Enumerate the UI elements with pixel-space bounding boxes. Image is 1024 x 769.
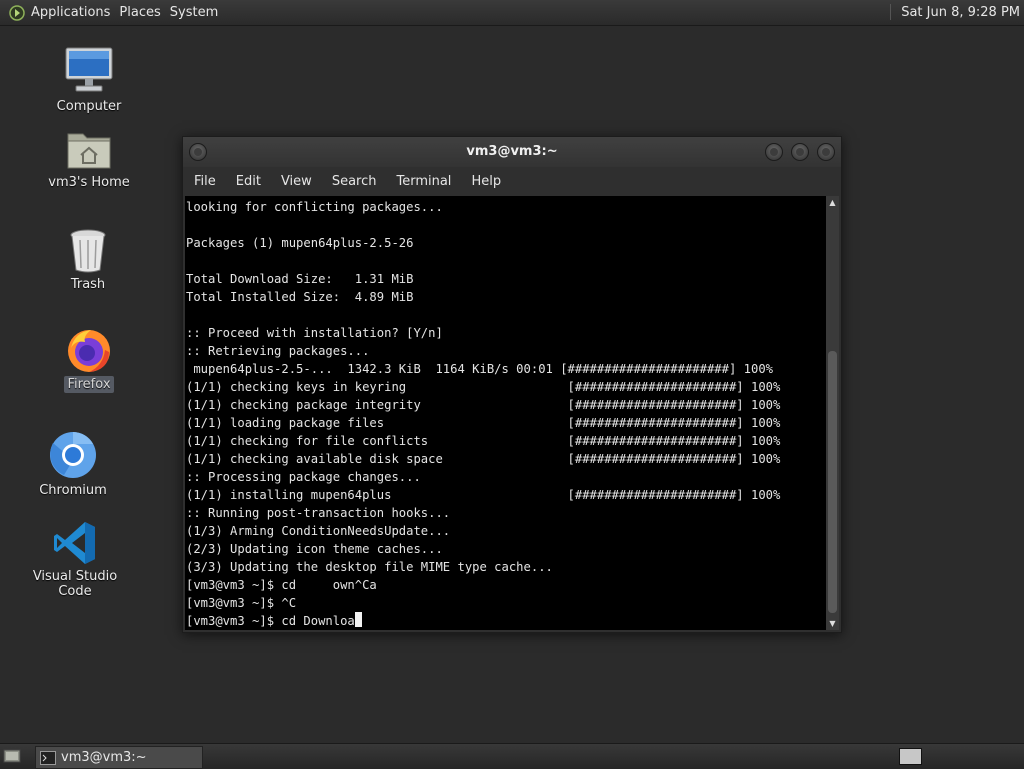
- desktop-icon-computer[interactable]: Computer: [48, 44, 130, 115]
- distro-logo-icon[interactable]: [9, 4, 25, 21]
- scroll-up-arrow-icon[interactable]: ▲: [826, 196, 839, 209]
- desktop-icon-label: Trash: [70, 277, 106, 292]
- window-title: vm3@vm3:~: [466, 144, 558, 159]
- places-menu[interactable]: Places: [119, 5, 169, 20]
- desktop-icon-chromium[interactable]: Chromium: [32, 430, 114, 499]
- terminal-line: (1/1) checking available disk space [###…: [186, 452, 781, 466]
- menu-terminal[interactable]: Terminal: [386, 174, 461, 189]
- maximize-button[interactable]: [791, 143, 809, 161]
- scroll-down-arrow-icon[interactable]: ▼: [826, 617, 839, 630]
- terminal-line: Total Installed Size: 4.89 MiB: [186, 290, 414, 304]
- home-folder-icon: [67, 133, 111, 169]
- vscode-icon: [54, 522, 95, 564]
- terminal-icon: [40, 750, 56, 765]
- menu-search[interactable]: Search: [322, 174, 387, 189]
- terminal-line: Packages (1) mupen64plus-2.5-26: [186, 236, 414, 250]
- scrollbar-thumb[interactable]: [828, 351, 837, 613]
- taskbar-item-label: vm3@vm3:~: [61, 750, 147, 765]
- terminal-line: :: Proceed with installation? [Y/n]: [186, 326, 443, 340]
- menu-file[interactable]: File: [183, 174, 226, 189]
- terminal-line: mupen64plus-2.5-... 1342.3 KiB 1164 KiB/…: [193, 362, 773, 376]
- terminal-menubar: File Edit View Search Terminal Help: [183, 168, 841, 194]
- window-titlebar[interactable]: vm3@vm3:~: [183, 137, 841, 167]
- computer-icon: [65, 47, 113, 92]
- desktop-icon-trash[interactable]: Trash: [58, 228, 118, 293]
- terminal-text: looking for conflicting packages... Pack…: [185, 196, 826, 630]
- terminal-line: (1/1) installing mupen64plus [##########…: [186, 488, 781, 502]
- terminal-line: :: Running post-transaction hooks...: [186, 506, 451, 520]
- terminal-line: looking for conflicting packages...: [186, 200, 443, 214]
- close-button[interactable]: [817, 143, 835, 161]
- chromium-icon: [50, 432, 96, 478]
- taskbar-item-terminal[interactable]: vm3@vm3:~: [35, 746, 203, 769]
- terminal-cursor: [354, 612, 362, 627]
- system-menu[interactable]: System: [170, 5, 227, 20]
- terminal-line: (3/3) Updating the desktop file MIME typ…: [186, 560, 553, 574]
- minimize-button[interactable]: [765, 143, 783, 161]
- desktop-icon-vscode[interactable]: Visual Studio Code: [14, 520, 136, 600]
- terminal-line: (1/1) checking for file conflicts [#####…: [186, 434, 781, 448]
- terminal-line: :: Processing package changes...: [186, 470, 421, 484]
- terminal-line: (2/3) Updating icon theme caches...: [186, 542, 443, 556]
- menu-help[interactable]: Help: [461, 174, 511, 189]
- desktop-icon-label: Chromium: [39, 483, 107, 498]
- terminal-line: [vm3@vm3 ~]$ ^C: [186, 596, 297, 610]
- terminal-line: Total Download Size: 1.31 MiB: [186, 272, 414, 286]
- terminal-window: vm3@vm3:~ File Edit View Search Terminal…: [182, 136, 842, 633]
- terminal-output[interactable]: looking for conflicting packages... Pack…: [185, 196, 826, 630]
- bottom-panel: vm3@vm3:~: [0, 743, 1024, 769]
- terminal-prompt-line: [vm3@vm3 ~]$ cd Downloa: [186, 614, 355, 628]
- desktop-icon-label: Firefox: [64, 376, 114, 393]
- clock-text: Sat Jun 8, 9:28 PM: [901, 4, 1020, 20]
- desktop-icon-firefox[interactable]: Firefox: [58, 326, 120, 393]
- menu-edit[interactable]: Edit: [226, 174, 271, 189]
- applications-menu[interactable]: Applications: [31, 5, 119, 20]
- desktop-icon-label: vm3's Home: [48, 175, 130, 190]
- terminal-scrollbar[interactable]: ▲ ▼: [826, 196, 839, 630]
- terminal-line: (1/1) checking package integrity [######…: [186, 398, 781, 412]
- terminal-line: (1/1) loading package files [###########…: [186, 416, 781, 430]
- menu-view[interactable]: View: [271, 174, 322, 189]
- desktop-icon-label: Computer: [56, 99, 122, 114]
- terminal-line: (1/1) checking keys in keyring [########…: [186, 380, 781, 394]
- show-desktop-icon[interactable]: [3, 748, 21, 764]
- trash-icon: [70, 229, 106, 273]
- firefox-icon: [68, 330, 110, 372]
- top-panel: Applications Places System Sat Jun 8, 9:…: [0, 0, 1024, 26]
- desktop-icon-label: Visual Studio Code: [32, 569, 118, 599]
- desktop-icon-home[interactable]: vm3's Home: [44, 128, 134, 191]
- terminal-line: (1/3) Arming ConditionNeedsUpdate...: [186, 524, 451, 538]
- terminal-line: [vm3@vm3 ~]$ cd own^Ca: [186, 578, 377, 592]
- terminal-line: :: Retrieving packages...: [186, 344, 370, 358]
- clock[interactable]: Sat Jun 8, 9:28 PM: [890, 4, 1020, 20]
- panel-separator: [890, 4, 892, 20]
- workspace-switcher[interactable]: [899, 748, 922, 765]
